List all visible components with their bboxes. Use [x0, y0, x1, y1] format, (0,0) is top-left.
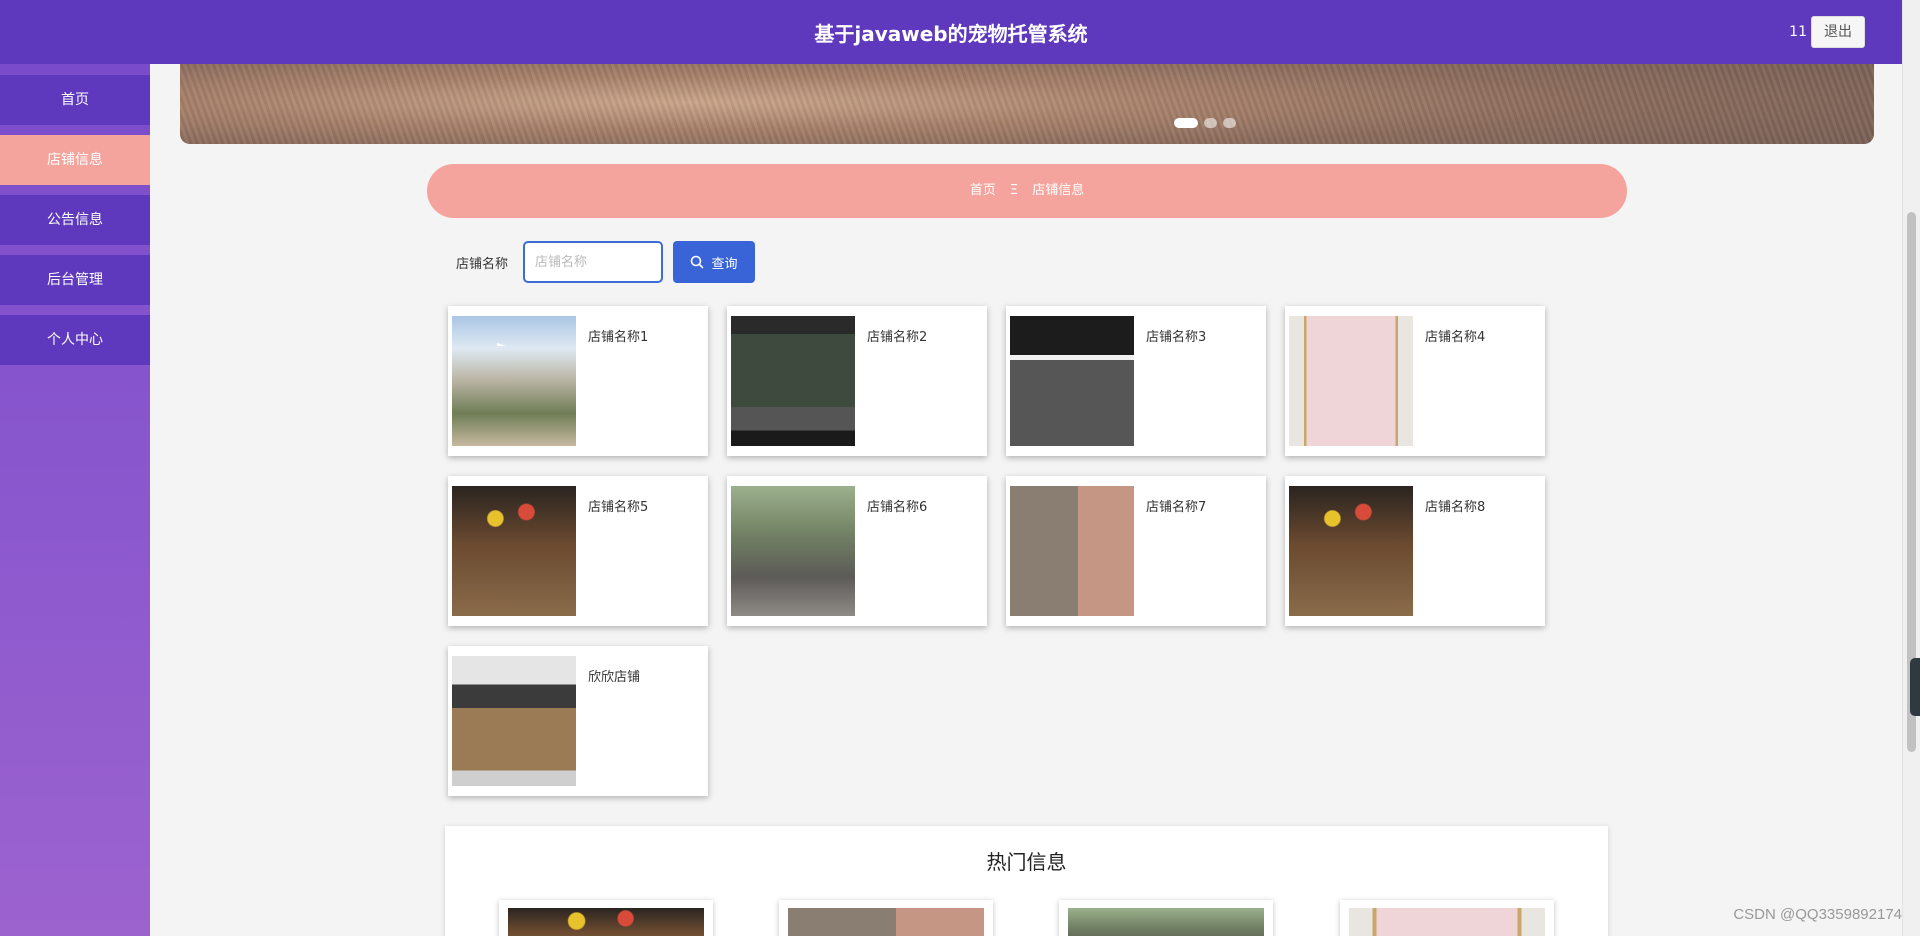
watermark: CSDN @QQ3359892174	[1733, 906, 1902, 923]
shop-image	[452, 486, 576, 616]
search-input[interactable]	[523, 241, 663, 283]
hot-card-image	[1068, 908, 1264, 936]
search-icon	[691, 255, 704, 269]
shop-image	[731, 316, 855, 446]
shop-card[interactable]: 店铺名称7	[1006, 476, 1266, 626]
shop-card[interactable]: 店铺名称2	[727, 306, 987, 456]
sidebar: 首页 店铺信息 公告信息 后台管理 个人中心	[0, 64, 150, 936]
shop-image	[452, 656, 576, 786]
carousel-dot[interactable]	[1223, 118, 1236, 128]
sidebar-item-shop-info[interactable]: 店铺信息	[0, 135, 150, 185]
hot-card[interactable]	[1059, 900, 1273, 936]
shop-name: 店铺名称7	[1146, 500, 1207, 515]
shop-card[interactable]: 店铺名称5	[448, 476, 708, 626]
sidebar-item-profile[interactable]: 个人中心	[0, 315, 150, 365]
search-button-label: 查询	[711, 256, 738, 272]
shop-image	[1010, 486, 1134, 616]
shop-image	[452, 316, 576, 446]
hot-card-image	[1349, 908, 1545, 936]
hot-section: 热门信息	[445, 826, 1608, 936]
mouse-cursor-icon	[497, 343, 506, 346]
username: 11	[1789, 24, 1807, 40]
carousel-dot[interactable]	[1174, 118, 1198, 128]
sidebar-item-notices[interactable]: 公告信息	[0, 195, 150, 245]
hot-card-image	[508, 908, 704, 936]
shop-name: 店铺名称5	[588, 500, 649, 515]
shop-image	[731, 486, 855, 616]
shop-name: 店铺名称4	[1425, 330, 1486, 345]
page-scrollbar[interactable]	[1902, 0, 1920, 936]
hot-section-title: 热门信息	[986, 850, 1067, 874]
shop-card[interactable]: 店铺名称3	[1006, 306, 1266, 456]
shop-name: 店铺名称2	[867, 330, 928, 345]
search-label: 店铺名称	[456, 257, 509, 272]
floating-side-widget[interactable]	[1910, 658, 1920, 716]
shop-card[interactable]: 店铺名称4	[1285, 306, 1545, 456]
site-title: 基于javaweb的宠物托管系统	[814, 22, 1088, 46]
search-button[interactable]: 查询	[673, 241, 755, 283]
logout-button[interactable]: 退出	[1811, 16, 1865, 48]
hot-card[interactable]	[499, 900, 713, 936]
breadcrumb-current: 店铺信息	[1032, 183, 1085, 198]
sidebar-item-home[interactable]: 首页	[0, 75, 150, 125]
shop-card[interactable]: 店铺名称8	[1285, 476, 1545, 626]
top-header: 基于javaweb的宠物托管系统 11 退出	[0, 0, 1902, 64]
breadcrumb-separator: Ξ	[1009, 183, 1019, 198]
shop-image	[1010, 316, 1134, 446]
shop-image	[1289, 316, 1413, 446]
carousel-dot[interactable]	[1204, 118, 1217, 128]
sidebar-item-admin[interactable]: 后台管理	[0, 255, 150, 305]
hot-card[interactable]	[779, 900, 993, 936]
shop-name: 店铺名称6	[867, 500, 928, 515]
shop-name: 店铺名称8	[1425, 500, 1486, 515]
hot-card-image	[788, 908, 984, 936]
hot-card[interactable]	[1340, 900, 1554, 936]
breadcrumb-home[interactable]: 首页	[970, 183, 996, 198]
shop-image	[1289, 486, 1413, 616]
shop-name: 欣欣店铺	[588, 670, 641, 685]
shop-name: 店铺名称3	[1146, 330, 1207, 345]
shop-card[interactable]: 店铺名称1	[448, 306, 708, 456]
breadcrumb: 首页 Ξ 店铺信息	[427, 164, 1627, 218]
shop-card[interactable]: 欣欣店铺	[448, 646, 708, 796]
shop-card[interactable]: 店铺名称6	[727, 476, 987, 626]
shop-name: 店铺名称1	[588, 330, 649, 345]
carousel-indicators	[1174, 118, 1236, 128]
